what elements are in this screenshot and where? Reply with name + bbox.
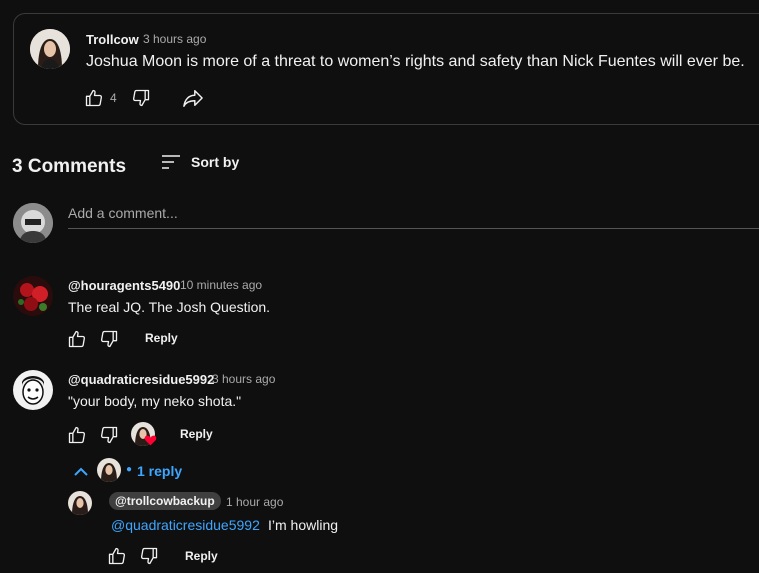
like-icon[interactable] [67, 329, 87, 349]
commenter-avatar[interactable] [13, 370, 53, 410]
like-icon[interactable] [107, 546, 127, 566]
heart-icon [144, 434, 157, 446]
bullet-separator: ● [126, 464, 133, 475]
sort-icon[interactable] [160, 153, 182, 171]
post-text: Joshua Moon is more of a threat to women… [86, 53, 745, 70]
chevron-up-icon[interactable] [72, 464, 90, 478]
toggle-replies-link[interactable]: 1 reply [137, 463, 182, 479]
share-icon[interactable] [182, 88, 204, 108]
reply-timestamp[interactable]: 1 hour ago [226, 495, 283, 509]
comments-count-heading: 3 Comments [12, 156, 127, 177]
post-like-count: 4 [110, 91, 117, 105]
comment-text: The real JQ. The Josh Question. [68, 299, 271, 315]
add-comment-input[interactable]: Add a comment... [68, 200, 759, 229]
reply-button[interactable]: Reply [145, 331, 178, 345]
dislike-icon[interactable] [131, 88, 151, 108]
comment-author[interactable]: @quadraticresidue5992 [68, 372, 214, 387]
dislike-icon[interactable] [139, 546, 159, 566]
like-icon[interactable] [67, 425, 87, 445]
commenter-avatar[interactable] [13, 276, 53, 316]
reply-author-chip[interactable]: @trollcowbackup [109, 492, 221, 510]
reply-button[interactable]: Reply [180, 427, 213, 441]
comment-text: "your body, my neko shota." [68, 393, 242, 409]
reply-preview-avatar [97, 458, 121, 482]
post-author-avatar[interactable] [30, 29, 70, 69]
reply-text: I’m howling [268, 517, 339, 533]
reply-mention-link[interactable]: @quadraticresidue5992 [111, 517, 260, 533]
reply-author-avatar[interactable] [68, 491, 92, 515]
current-user-avatar [13, 203, 53, 243]
comment-author[interactable]: @houragents5490 [68, 278, 180, 293]
reply-button[interactable]: Reply [185, 549, 218, 563]
sort-by-button[interactable]: Sort by [191, 154, 239, 170]
dislike-icon[interactable] [99, 329, 119, 349]
dislike-icon[interactable] [99, 425, 119, 445]
post-author-name[interactable]: Trollcow [86, 32, 139, 47]
comment-timestamp[interactable]: 10 minutes ago [180, 278, 262, 292]
comment-timestamp[interactable]: 3 hours ago [212, 372, 275, 386]
post-timestamp[interactable]: 3 hours ago [143, 32, 206, 46]
like-icon[interactable] [84, 88, 104, 108]
